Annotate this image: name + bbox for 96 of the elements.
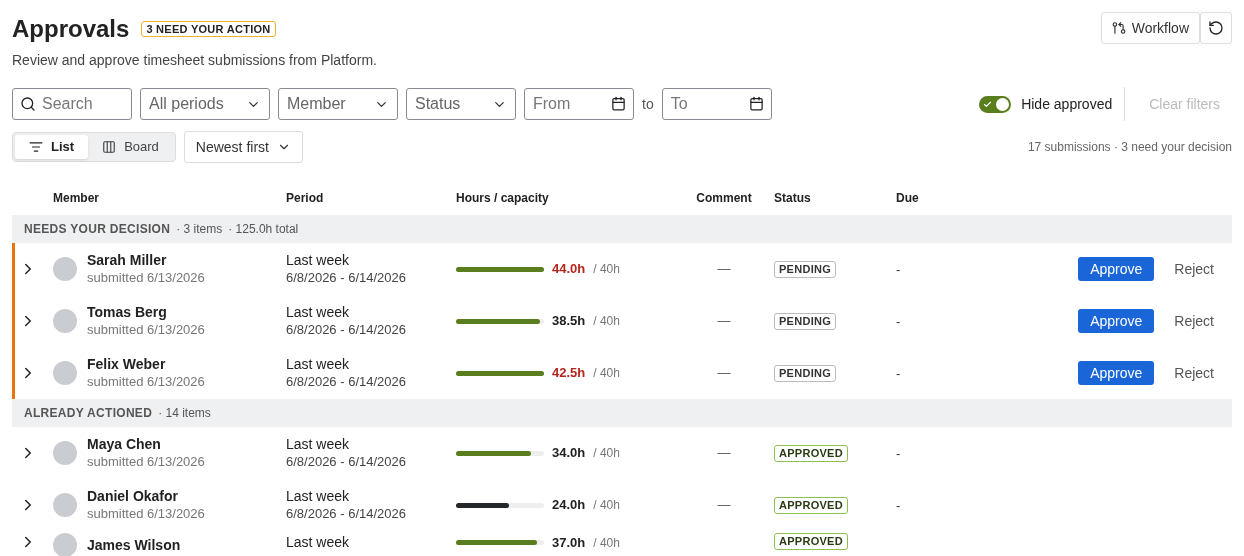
period-label: Last week bbox=[286, 303, 351, 321]
status-badge: APPROVED bbox=[774, 444, 848, 462]
columns-icon bbox=[102, 140, 117, 154]
period-label: Last week bbox=[286, 533, 351, 551]
member-name: Felix Weber bbox=[87, 355, 167, 373]
group-header: ALREADY ACTIONED · 14 items bbox=[12, 399, 1232, 427]
column-header: Period bbox=[286, 190, 325, 207]
hours-value: 44.0h bbox=[552, 260, 586, 279]
avatar bbox=[53, 533, 77, 556]
calendar-icon bbox=[611, 96, 626, 111]
member-name: Daniel Okafor bbox=[87, 487, 180, 505]
period-label: Last week bbox=[286, 251, 351, 269]
reject-button[interactable]: Reject bbox=[1174, 258, 1214, 280]
column-header: Hours / capacity bbox=[456, 190, 550, 207]
group-header: NEEDS YOUR DECISION · 3 items · 125.0h total bbox=[12, 215, 1232, 243]
period-label: Last week bbox=[286, 435, 351, 453]
comment-value: — bbox=[717, 312, 731, 331]
hours-value: 24.0h bbox=[552, 496, 586, 515]
filter-select[interactable]: Status bbox=[406, 88, 516, 120]
check-icon bbox=[983, 99, 993, 109]
submitted-date: submitted 6/13/2026 bbox=[87, 269, 205, 287]
submitted-date: submitted 6/13/2026 bbox=[87, 373, 205, 391]
period-range: 6/8/2026 - 6/14/2026 bbox=[286, 505, 407, 523]
search-icon bbox=[20, 96, 36, 112]
period-range: 6/8/2026 - 6/14/2026 bbox=[286, 269, 407, 287]
comment-value: — bbox=[717, 364, 731, 383]
list-icon bbox=[29, 140, 43, 154]
status-badge: PENDING bbox=[774, 312, 837, 330]
status-badge: PENDING bbox=[774, 260, 837, 278]
calendar-icon bbox=[748, 96, 764, 111]
due-value: - bbox=[896, 314, 901, 329]
due-value: - bbox=[896, 498, 901, 513]
workflow-button[interactable]: Workflow bbox=[1100, 12, 1200, 44]
action-badge: 3 NEED YOUR ACTION bbox=[141, 21, 276, 37]
column-header: Due bbox=[896, 190, 920, 207]
submitted-date: submitted 6/13/2026 bbox=[87, 505, 205, 523]
hours-value: 34.0h bbox=[552, 444, 586, 463]
due-value: - bbox=[896, 446, 901, 461]
member-name: James Wilson bbox=[87, 536, 181, 554]
period-range: 6/8/2026 - 6/14/2026 bbox=[286, 321, 407, 339]
reject-button[interactable]: Reject bbox=[1174, 310, 1214, 332]
period-label: Last week bbox=[286, 355, 351, 373]
hide-approved-label: Hide approved bbox=[1021, 94, 1113, 114]
view-tab[interactable]: Board bbox=[88, 135, 173, 159]
avatar bbox=[53, 361, 77, 385]
approve-button[interactable]: Approve bbox=[1078, 309, 1155, 333]
from-date-field[interactable]: From bbox=[524, 88, 634, 120]
due-value: - bbox=[896, 262, 901, 277]
view-tab[interactable]: List bbox=[15, 135, 89, 159]
due-value: - bbox=[896, 366, 901, 381]
avatar bbox=[53, 441, 77, 465]
status-badge: APPROVED bbox=[774, 496, 848, 514]
avatar bbox=[53, 493, 77, 517]
capacity-value: / 40h bbox=[593, 365, 620, 382]
period-range: 6/8/2026 - 6/14/2026 bbox=[286, 373, 407, 391]
capacity-value: / 40h bbox=[593, 445, 620, 462]
period-range: 6/8/2026 - 6/14/2026 bbox=[286, 453, 407, 471]
capacity-value: / 40h bbox=[593, 497, 620, 514]
comment-value: — bbox=[717, 444, 731, 463]
comment-value: — bbox=[717, 496, 731, 515]
filter-select[interactable]: Member bbox=[278, 88, 398, 120]
approve-button[interactable]: Approve bbox=[1078, 257, 1155, 281]
avatar bbox=[53, 257, 77, 281]
to-label: to bbox=[642, 94, 654, 114]
avatar bbox=[53, 309, 77, 333]
capacity-value: / 40h bbox=[593, 534, 620, 552]
hours-value: 38.5h bbox=[552, 312, 586, 331]
refresh-button[interactable] bbox=[1200, 12, 1232, 44]
filter-select[interactable]: All periods bbox=[140, 88, 270, 120]
hide-approved-toggle[interactable] bbox=[979, 95, 1012, 113]
to-date-field[interactable]: To bbox=[661, 88, 772, 120]
status-badge: PENDING bbox=[774, 364, 837, 382]
page-title: Approvals bbox=[12, 15, 130, 43]
column-header: Comment bbox=[696, 190, 753, 207]
period-label: Last week bbox=[286, 487, 351, 505]
sort-select[interactable]: Newest first bbox=[183, 131, 303, 163]
branch-icon bbox=[1111, 21, 1126, 35]
hours-value: 42.5h bbox=[552, 364, 586, 383]
column-header: Status bbox=[774, 190, 812, 207]
approve-button[interactable]: Approve bbox=[1078, 361, 1155, 385]
hours-value: 37.0h bbox=[552, 534, 586, 552]
reject-button[interactable]: Reject bbox=[1174, 362, 1214, 384]
member-name: Maya Chen bbox=[87, 435, 162, 453]
comment-value: — bbox=[717, 260, 731, 279]
member-name: Sarah Miller bbox=[87, 251, 168, 269]
page-subtitle: Review and approve timesheet submissions from Platform. bbox=[12, 51, 378, 70]
capacity-value: / 40h bbox=[593, 261, 620, 278]
column-header: Member bbox=[53, 190, 100, 207]
member-name: Tomas Berg bbox=[87, 303, 168, 321]
refresh-icon bbox=[1208, 20, 1224, 36]
submitted-date: submitted 6/13/2026 bbox=[87, 321, 205, 339]
submissions-summary: 17 submissions · 3 need your decision bbox=[1027, 139, 1232, 156]
status-badge: APPROVED bbox=[774, 533, 848, 550]
search-field[interactable]: Search bbox=[12, 88, 132, 120]
capacity-value: / 40h bbox=[593, 313, 620, 330]
submitted-date: submitted 6/13/2026 bbox=[87, 453, 205, 471]
